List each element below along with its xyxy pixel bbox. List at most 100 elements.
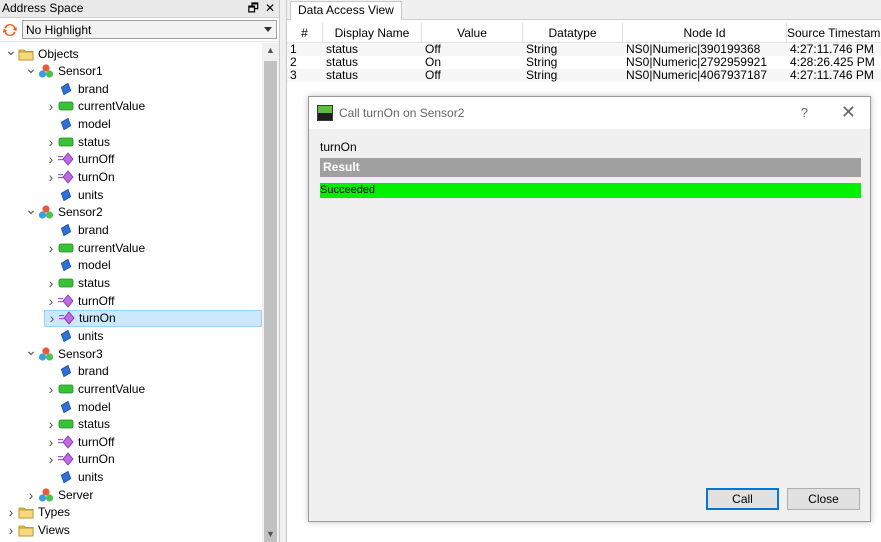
- method-icon: [58, 169, 74, 185]
- table-cell: NS0|Numeric|4067937187: [626, 69, 767, 82]
- tree-item-turnoff[interactable]: › turnOff: [44, 292, 115, 309]
- tree-item-label: model: [78, 399, 111, 414]
- tree-item-turnoff[interactable]: › turnOff: [44, 151, 115, 168]
- column-header[interactable]: Value: [422, 23, 523, 42]
- tree-item-currentvalue[interactable]: › currentValue: [44, 380, 146, 397]
- expand-chevron-icon[interactable]: ›: [44, 433, 58, 450]
- call-method-dialog: Call turnOn on Sensor2 ? ✕ turnOn Result…: [308, 96, 871, 522]
- close-button[interactable]: Close: [787, 488, 860, 510]
- scroll-up-icon[interactable]: ▲: [266, 45, 275, 55]
- tree-item-turnon[interactable]: › turnOn: [44, 451, 115, 468]
- variable-icon: [58, 416, 74, 432]
- table-cell: status: [326, 56, 359, 69]
- method-icon: [59, 310, 75, 326]
- expand-chevron-icon[interactable]: ›: [44, 98, 58, 115]
- call-button[interactable]: Call: [706, 488, 779, 510]
- expand-chevron-icon[interactable]: ›: [44, 169, 58, 186]
- tree-item-currentvalue[interactable]: › currentValue: [44, 98, 146, 115]
- tab-data-access-view[interactable]: Data Access View: [290, 1, 402, 20]
- tab-strip: Data Access View: [287, 0, 881, 20]
- property-icon: [58, 363, 74, 379]
- tree-item-brand[interactable]: brand: [44, 363, 109, 380]
- folder-icon: [18, 522, 34, 538]
- help-icon[interactable]: ?: [801, 105, 808, 120]
- address-space-pane: Address Space 🗗 ✕ No Highlight ⌄ Objects ⌄…: [0, 0, 280, 542]
- tree-item-turnoff[interactable]: › turnOff: [44, 433, 115, 450]
- expand-chevron-icon[interactable]: ›: [45, 310, 59, 327]
- expand-chevron-icon[interactable]: ›: [44, 416, 58, 433]
- tree-item-currentvalue[interactable]: › currentValue: [44, 239, 146, 256]
- folder-icon: [18, 504, 34, 520]
- column-header[interactable]: Display Name: [323, 23, 422, 42]
- tree-item-status[interactable]: › status: [44, 133, 110, 150]
- property-icon: [58, 399, 74, 415]
- expand-chevron-icon[interactable]: ›: [24, 486, 38, 503]
- tree-item-objects[interactable]: ⌄ Objects: [4, 43, 79, 62]
- tree-item-units[interactable]: units: [44, 469, 103, 486]
- tree-item-model[interactable]: model: [44, 398, 111, 415]
- tree-item-types[interactable]: › Types: [4, 504, 70, 521]
- collapse-chevron-icon[interactable]: ⌄: [4, 43, 18, 59]
- expand-chevron-icon[interactable]: ›: [44, 239, 58, 256]
- expand-chevron-icon[interactable]: ›: [44, 133, 58, 150]
- tree-item-model[interactable]: model: [44, 257, 111, 274]
- table-cell: On: [425, 56, 442, 69]
- close-icon[interactable]: ✕: [841, 102, 856, 123]
- tree-item-label: turnOn: [78, 170, 115, 185]
- app-icon: [317, 105, 333, 121]
- tree-item-label: turnOff: [78, 293, 115, 308]
- float-pane-icon[interactable]: 🗗: [248, 0, 259, 17]
- expand-chevron-icon[interactable]: ›: [44, 292, 58, 309]
- tree-item-status[interactable]: › status: [44, 274, 110, 291]
- collapse-chevron-icon[interactable]: ⌄: [24, 60, 38, 77]
- variable-icon: [58, 134, 74, 150]
- close-pane-icon[interactable]: ✕: [265, 0, 275, 17]
- tree-scrollbar[interactable]: ▲ ▼: [262, 43, 279, 542]
- tree-item-units[interactable]: units: [44, 186, 103, 203]
- table-row[interactable]: 3 status Off String NS0|Numeric|4067937187 4:…: [287, 69, 881, 82]
- column-header[interactable]: Node Id: [623, 23, 787, 42]
- expand-chevron-icon[interactable]: ›: [4, 522, 18, 539]
- result-value: Succeeded: [320, 183, 861, 198]
- table-cell: 3: [290, 69, 297, 82]
- highlight-select[interactable]: No Highlight: [22, 20, 277, 39]
- collapse-chevron-icon[interactable]: ⌄: [24, 342, 38, 359]
- tree-item-sensor2[interactable]: ⌄ Sensor2: [24, 201, 103, 221]
- column-header[interactable]: Source Timestamp: [787, 23, 881, 42]
- column-header[interactable]: #: [287, 23, 323, 42]
- expand-chevron-icon[interactable]: ›: [44, 274, 58, 291]
- method-name-label: turnOn: [320, 140, 357, 154]
- tree-item-label: turnOff: [78, 152, 115, 167]
- expand-chevron-icon[interactable]: ›: [44, 151, 58, 168]
- tree-item-turnon[interactable]: › turnOn: [44, 309, 262, 327]
- scrollbar-thumb[interactable]: [264, 61, 277, 542]
- scroll-down-icon[interactable]: ▼: [266, 529, 275, 539]
- column-header[interactable]: Datatype: [523, 23, 623, 42]
- tree-item-turnon[interactable]: › turnOn: [44, 169, 115, 186]
- data-access-grid: # Display Name Value Datatype Node Id Source …: [287, 23, 881, 82]
- table-row[interactable]: 2 status On String NS0|Numeric|2792959921 4:2…: [287, 56, 881, 69]
- tree-item-sensor1[interactable]: ⌄ Sensor1: [24, 60, 103, 80]
- tree-item-label: units: [78, 328, 104, 343]
- tree-item-label: Sensor3: [58, 346, 103, 361]
- tree-item-model[interactable]: model: [44, 116, 111, 133]
- tree-item-views[interactable]: › Views: [4, 522, 70, 539]
- tree-item-units[interactable]: units: [44, 327, 103, 344]
- collapse-chevron-icon[interactable]: ⌄: [24, 201, 38, 218]
- tree-item-sensor3[interactable]: ⌄ Sensor3: [24, 342, 103, 362]
- property-icon: [58, 469, 74, 485]
- variable-icon: [58, 240, 74, 256]
- expand-chevron-icon[interactable]: ›: [44, 380, 58, 397]
- tree-item-brand[interactable]: brand: [44, 222, 109, 239]
- table-cell: NS0|Numeric|390199368: [626, 43, 761, 56]
- expand-chevron-icon[interactable]: ›: [4, 504, 18, 521]
- refresh-icon[interactable]: [2, 22, 18, 38]
- tree-item-status[interactable]: › status: [44, 416, 110, 433]
- expand-chevron-icon[interactable]: ›: [44, 451, 58, 468]
- tree-item-brand[interactable]: brand: [44, 80, 109, 97]
- tree-item-server[interactable]: › Server: [24, 486, 94, 503]
- tree-item-label: units: [78, 187, 104, 202]
- table-row[interactable]: 1 status Off String NS0|Numeric|390199368 4:2…: [287, 43, 881, 56]
